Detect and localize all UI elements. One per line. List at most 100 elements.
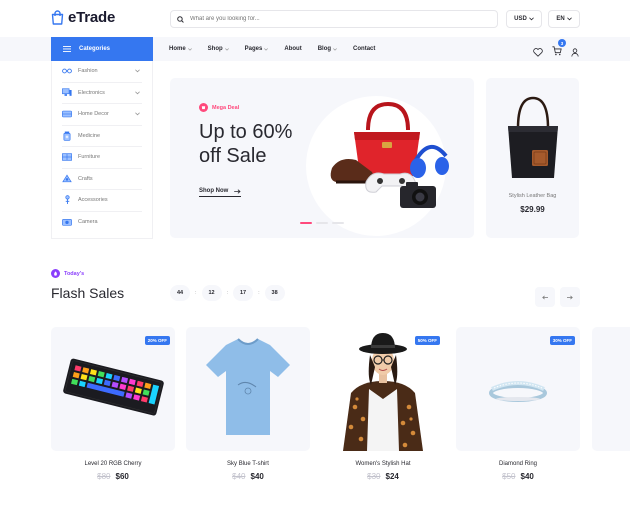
product-image-tshirt: [186, 327, 310, 451]
carousel-arrows: [535, 287, 580, 307]
menu-item-label: Pages: [244, 46, 263, 52]
product-image-ring: 30% OFF: [456, 327, 580, 451]
featured-product-name: Stylish Leather Bag: [508, 193, 557, 199]
chevron-down-icon: [135, 69, 140, 73]
countdown-timer: 44:12:17:38: [170, 285, 285, 301]
sidebar-item-label: Fashion: [78, 68, 98, 75]
menu-item-blog[interactable]: Blog: [318, 46, 337, 52]
heart-icon[interactable]: [533, 47, 543, 57]
product-card-partial[interactable]: [592, 327, 630, 451]
product-image-hat: 50% OFF: [321, 327, 445, 451]
menu-item-contact[interactable]: Contact: [353, 46, 375, 52]
countdown-unit: 17: [233, 285, 254, 301]
featured-product-card[interactable]: Stylish Leather Bag $29.99: [486, 78, 579, 238]
fire-icon: [51, 269, 60, 278]
sofa-icon: [62, 110, 72, 119]
countdown-unit: 38: [264, 285, 285, 301]
product-card[interactable]: 50% OFF Women's Stylish Hat $30 $24: [321, 327, 445, 481]
menu-item-label: Shop: [207, 46, 223, 52]
mega-deal-tag: Mega Deal: [199, 103, 239, 112]
currency-value: USD: [514, 16, 527, 22]
leather-bag-image: [508, 96, 558, 178]
user-icon[interactable]: [571, 47, 579, 57]
product-prices: $50 $40: [456, 472, 580, 481]
product-name[interactable]: Level 20 RGB Cherry: [51, 461, 175, 467]
sidebar-item-label: Electronics: [78, 89, 105, 96]
main-menu: Home Shop Pages About Blog Contact: [169, 37, 391, 61]
sidebar-item-label: Medicine: [78, 132, 101, 139]
countdown-separator: :: [258, 290, 260, 296]
slider-dots: [300, 222, 344, 224]
product-prices: $80 $60: [51, 472, 175, 481]
sidebar-item-crafts[interactable]: Crafts: [62, 169, 142, 190]
medicine-icon: [62, 131, 72, 141]
product-name[interactable]: Diamond Ring: [456, 461, 580, 467]
countdown-separator: :: [226, 290, 229, 296]
product-name[interactable]: Sky Blue T-shirt: [186, 461, 310, 467]
product-card[interactable]: 20% OFF Level 20 RGB Cherry $80 $60: [51, 327, 175, 481]
hero-banner: Mega Deal Up to 60% off Sale Shop Now: [170, 78, 474, 238]
menu-icon: [63, 46, 71, 52]
sidebar-item-label: Accessories: [78, 197, 108, 204]
menu-item-about[interactable]: About: [284, 46, 301, 52]
accessories-icon: [62, 195, 72, 205]
discount-badge: 50% OFF: [414, 336, 440, 345]
product-prices: $30 $24: [321, 472, 445, 481]
prev-button[interactable]: [535, 287, 555, 307]
menu-item-home[interactable]: Home: [169, 46, 192, 52]
sidebar-item-home-decor[interactable]: Home Decor: [62, 104, 142, 126]
old-price: $80: [97, 472, 111, 481]
sidebar-item-medicine[interactable]: Medicine: [62, 126, 142, 147]
sidebar-item-furniture[interactable]: Furniture: [62, 147, 142, 169]
sidebar-item-fashion[interactable]: Fashion: [62, 61, 142, 83]
chevron-down-icon: [135, 112, 140, 116]
sidebar-item-camera[interactable]: Camera: [62, 212, 142, 234]
product-image-keyboard: 20% OFF: [51, 327, 175, 451]
product-card[interactable]: Sky Blue T-shirt $40 $40: [186, 327, 310, 481]
old-price: $30: [367, 472, 381, 481]
countdown-unit: 12: [201, 285, 222, 301]
menu-item-label: Contact: [353, 46, 376, 52]
chevron-down-icon: [264, 47, 269, 51]
menu-item-shop[interactable]: Shop: [208, 46, 229, 52]
top-header: eTrade USD EN: [0, 0, 630, 36]
search-input[interactable]: [190, 16, 470, 22]
chevron-down-icon: [333, 47, 337, 51]
product-prices: $40 $40: [186, 472, 310, 481]
chevron-down-icon: [187, 47, 192, 51]
menu-item-pages[interactable]: Pages: [245, 46, 269, 52]
slider-dot[interactable]: [300, 222, 312, 224]
next-button[interactable]: [560, 287, 580, 307]
product-name[interactable]: Women's Stylish Hat: [321, 461, 445, 467]
sidebar-item-electronics[interactable]: Electronics: [62, 83, 142, 104]
discount-badge: 30% OFF: [549, 336, 575, 345]
slider-dot[interactable]: [332, 222, 344, 224]
search-icon: [177, 15, 184, 23]
current-price: $24: [385, 472, 399, 481]
old-price: $50: [502, 472, 516, 481]
language-select[interactable]: EN: [548, 10, 580, 28]
slider-dot[interactable]: [316, 222, 328, 224]
arrow-left-icon: [542, 295, 548, 299]
cart-button[interactable]: 3: [552, 39, 566, 61]
hero-products-image: [330, 101, 449, 208]
sidebar-item-label: Crafts: [78, 175, 93, 182]
countdown-unit: 44: [170, 285, 190, 301]
currency-select[interactable]: USD: [506, 10, 542, 28]
shop-now-link[interactable]: Shop Now: [199, 188, 242, 197]
furniture-icon: [62, 153, 72, 162]
menu-item-label: Home: [169, 46, 186, 52]
cart-icon: [552, 46, 562, 56]
tag-icon: [199, 103, 208, 112]
sidebar-item-accessories[interactable]: Accessories: [62, 190, 142, 212]
chevron-down-icon: [135, 90, 140, 94]
menu-item-label: About: [284, 46, 302, 52]
categories-button[interactable]: Categories: [51, 37, 153, 61]
cart-count-badge: 3: [558, 39, 566, 47]
chevron-down-icon: [566, 17, 572, 21]
header-actions: 3: [533, 39, 579, 61]
search-bar[interactable]: [170, 10, 498, 28]
todays-label: Today's: [64, 270, 85, 277]
product-card[interactable]: 30% OFF Diamond Ring $50 $40: [456, 327, 580, 481]
logo[interactable]: eTrade: [51, 9, 115, 26]
